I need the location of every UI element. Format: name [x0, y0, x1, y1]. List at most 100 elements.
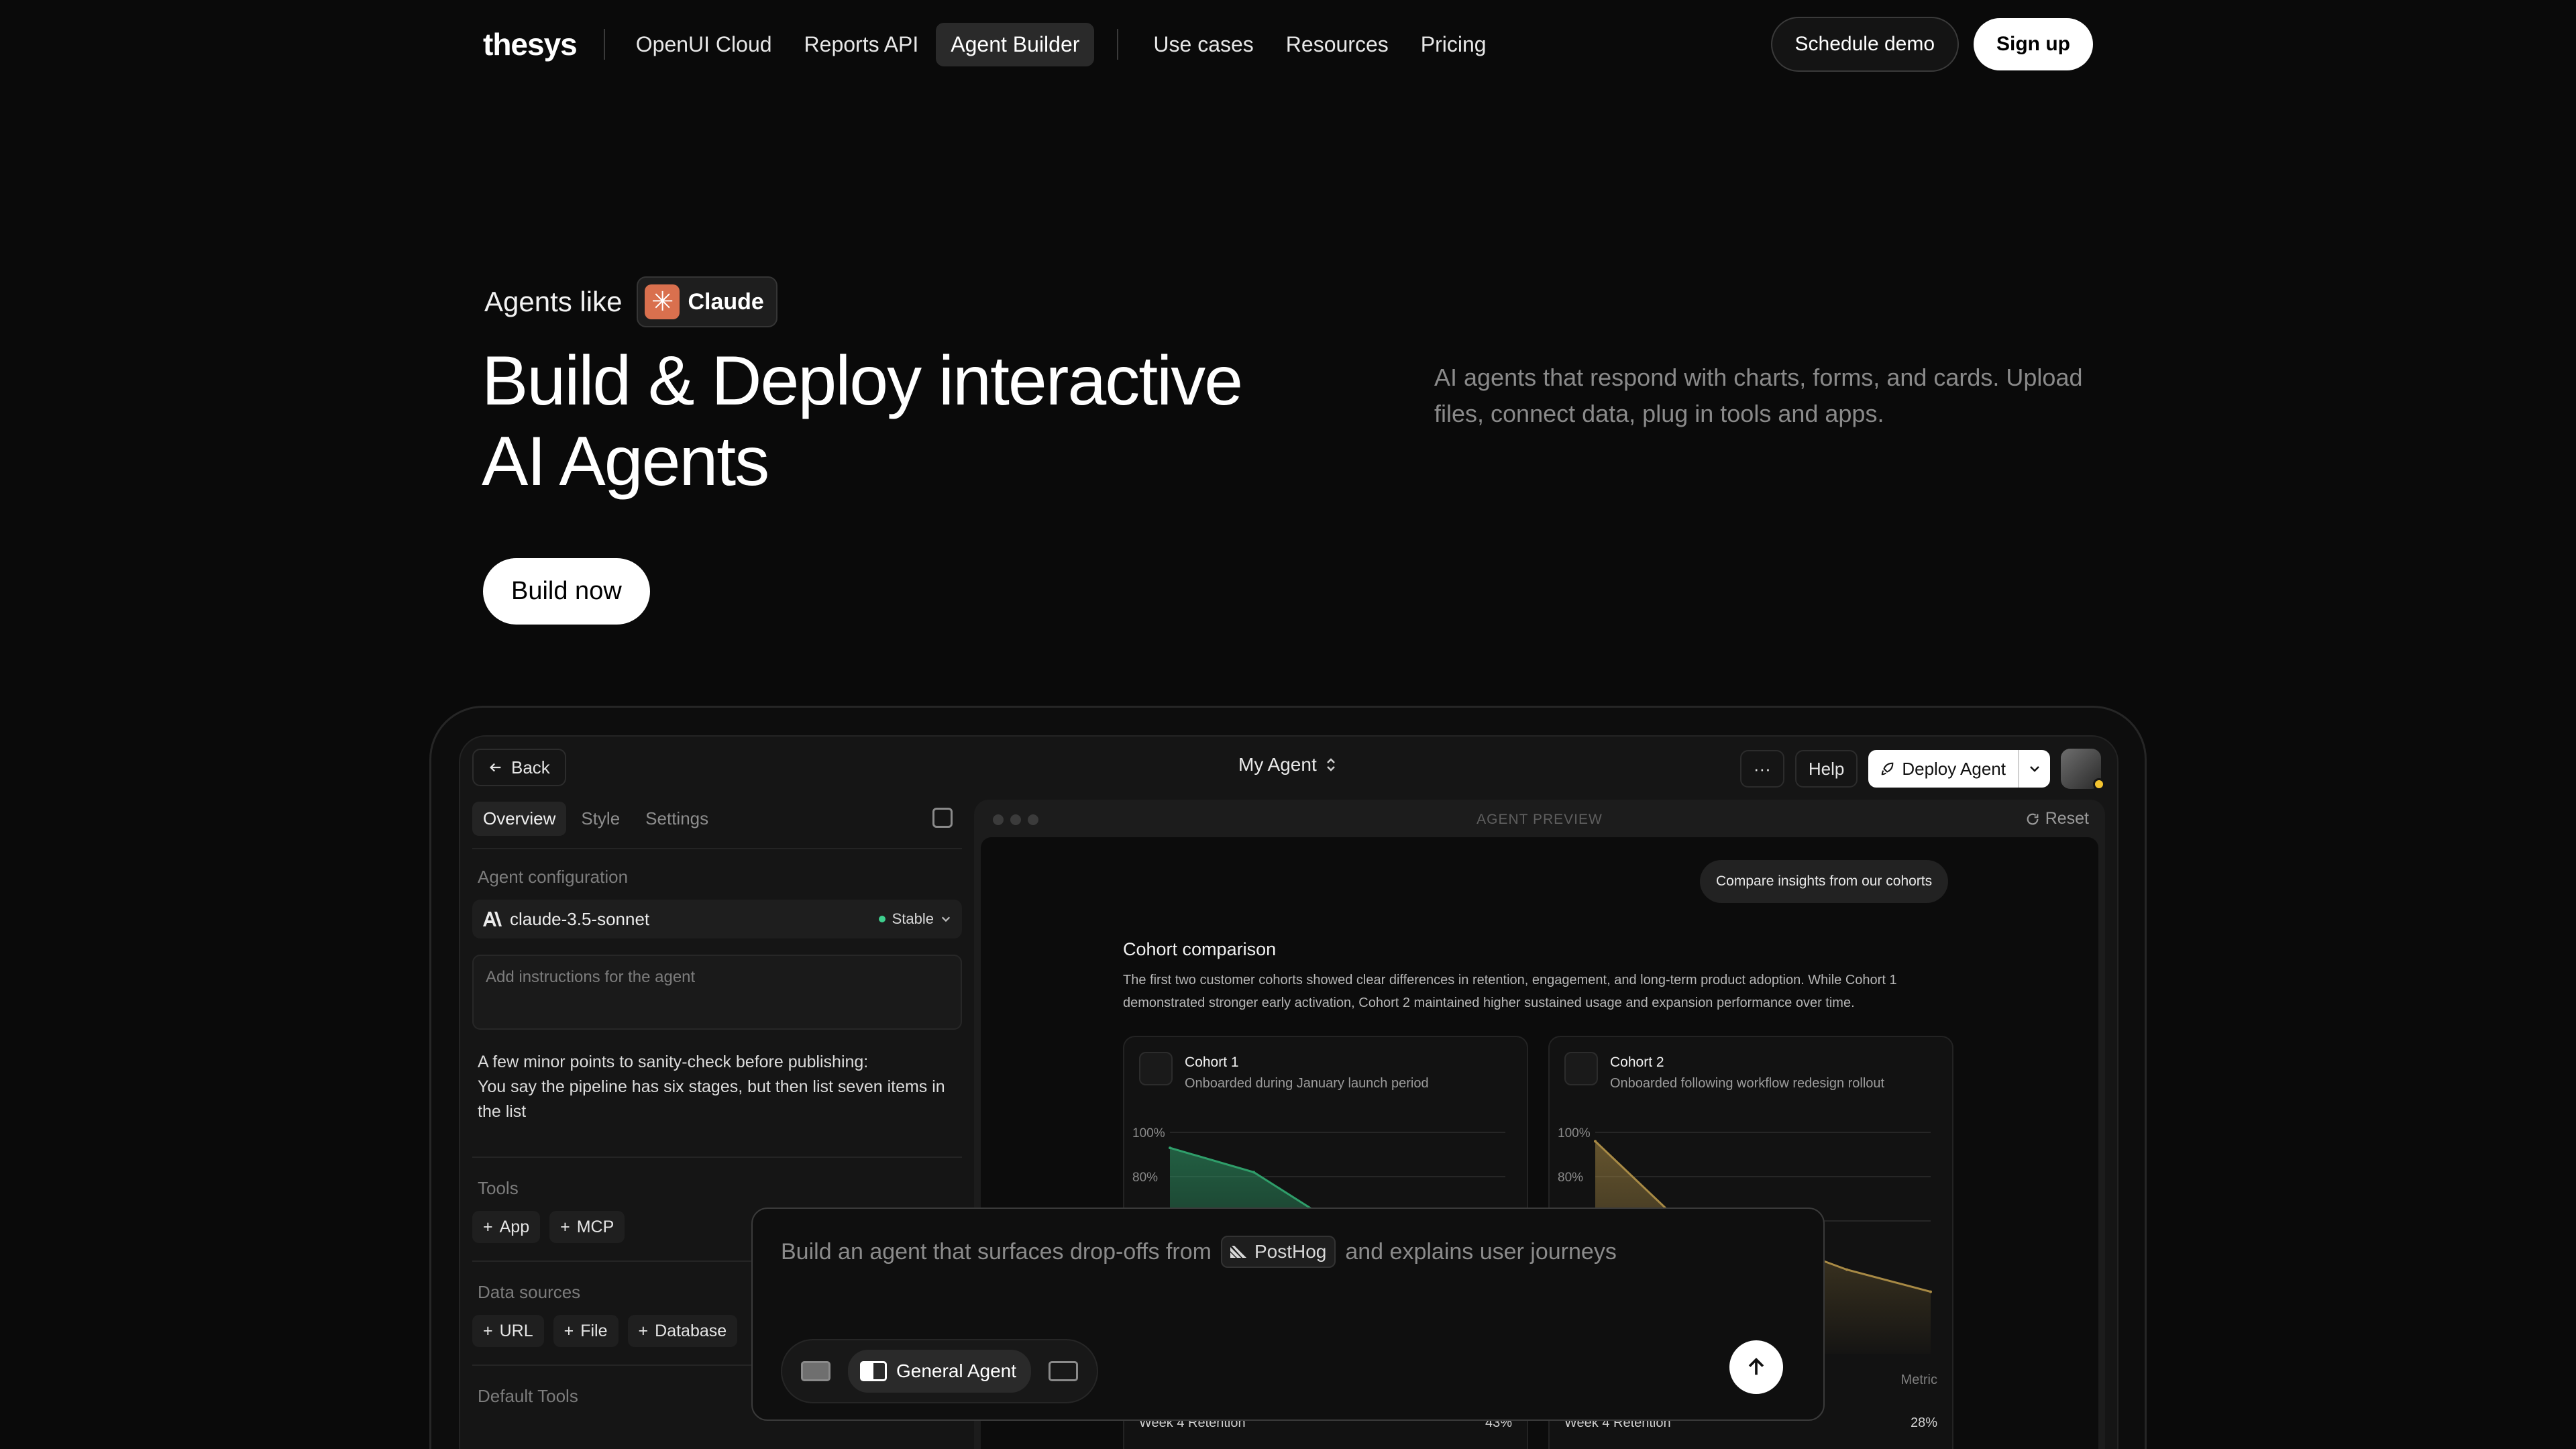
help-button[interactable]: Help	[1794, 750, 1858, 788]
add-mcp-button[interactable]: + MCP	[549, 1211, 625, 1243]
plus-icon: +	[564, 1321, 574, 1340]
plus-icon: +	[483, 1217, 493, 1236]
cohort-2-metric-header: Metric	[1900, 1373, 1937, 1387]
claude-badge: ✳ Claude	[637, 276, 777, 327]
agent-prompt-box[interactable]: Build an agent that surfaces drop-offs f…	[751, 1208, 1825, 1421]
cohort-2-metric-value: 28%	[1910, 1415, 1937, 1430]
tab-style[interactable]: Style	[570, 802, 631, 836]
add-file-button[interactable]: + File	[553, 1315, 619, 1347]
cohort-1-subtitle: Onboarded during January launch period	[1185, 1076, 1429, 1091]
data-point	[1929, 1290, 1932, 1293]
add-app-button[interactable]: + App	[472, 1211, 541, 1243]
more-options-button[interactable]: ···	[1739, 750, 1784, 788]
topbar-actions: ··· Help Deploy Agent	[1739, 749, 2105, 790]
nav-link-agent-builder[interactable]: Agent Builder	[936, 22, 1095, 66]
plus-icon: +	[638, 1321, 649, 1340]
general-agent-mode[interactable]: General Agent	[848, 1350, 1032, 1393]
posthog-chip: PostHog	[1220, 1236, 1336, 1268]
data-point	[1169, 1146, 1171, 1150]
split-view-icon	[860, 1361, 887, 1381]
divider	[472, 1157, 962, 1158]
config-tabs: Overview Style Settings	[472, 798, 962, 839]
anthropic-icon	[483, 912, 502, 926]
hero-eyebrow: Agents like ✳ Claude	[484, 276, 777, 327]
agent-name-selector[interactable]: My Agent	[1238, 754, 1337, 775]
tools-label: Tools	[478, 1178, 519, 1198]
arrow-left-icon	[490, 763, 501, 772]
arrow-up-icon	[1748, 1358, 1764, 1375]
cohort-comparison-title: Cohort comparison	[1123, 939, 1277, 959]
data-point	[1594, 1140, 1597, 1143]
data-point	[1252, 1171, 1255, 1174]
chevron-down-icon	[941, 916, 951, 922]
nav-link-use-cases[interactable]: Use cases	[1138, 23, 1268, 66]
claude-badge-label: Claude	[688, 288, 764, 315]
user-message-bubble: Compare insights from our cohorts	[1700, 860, 1949, 903]
y-tick-label: 80%	[1132, 1171, 1158, 1185]
model-selector[interactable]: claude-3.5-sonnet Stable	[472, 900, 962, 938]
thesys-logo[interactable]: thesys	[483, 26, 578, 62]
dashboard-mode-icon[interactable]	[801, 1361, 830, 1381]
agent-name-label: My Agent	[1238, 754, 1317, 775]
add-mcp-label: MCP	[576, 1217, 614, 1236]
y-tick-label: 80%	[1558, 1171, 1583, 1185]
send-button[interactable]	[1729, 1340, 1783, 1394]
tab-settings[interactable]: Settings	[635, 802, 719, 836]
plus-icon: +	[483, 1321, 493, 1340]
review-note-line1: A few minor points to sanity-check befor…	[478, 1053, 869, 1071]
cohort-icon	[1564, 1052, 1598, 1085]
preview-title: AGENT PREVIEW	[1477, 812, 1603, 827]
sign-up-button[interactable]: Sign up	[1974, 18, 2093, 70]
cohort-1-name: Cohort 1	[1185, 1055, 1239, 1070]
posthog-icon	[1230, 1246, 1246, 1258]
nav-divider	[1117, 29, 1119, 60]
eyebrow-text: Agents like	[484, 286, 623, 317]
terminal-mode-icon[interactable]	[1049, 1361, 1079, 1381]
chevron-down-icon	[2030, 766, 2039, 772]
y-tick-label: 100%	[1558, 1126, 1591, 1140]
prompt-text[interactable]: Build an agent that surfaces drop-offs f…	[781, 1236, 1617, 1268]
agent-mode-selector: General Agent	[781, 1339, 1099, 1403]
refresh-icon	[2027, 813, 2039, 824]
general-agent-label: General Agent	[896, 1360, 1017, 1381]
cohort-icon	[1139, 1052, 1173, 1085]
nav-actions: Schedule demo Sign up	[1770, 17, 2093, 72]
prompt-text-end: and explains user journeys	[1345, 1238, 1617, 1265]
chevron-updown-icon	[1326, 758, 1335, 771]
deploy-agent-main[interactable]: Deploy Agent	[1868, 759, 2018, 780]
cohort-2-name: Cohort 2	[1610, 1055, 1664, 1070]
divider	[472, 848, 962, 849]
sidebar-toggle-icon[interactable]	[932, 808, 953, 828]
hero-title-line2: AI Agents	[482, 423, 769, 500]
user-avatar[interactable]	[2061, 749, 2105, 790]
tab-overview[interactable]: Overview	[472, 801, 567, 836]
model-status: Stable	[878, 910, 951, 928]
back-button[interactable]: Back	[472, 749, 566, 786]
deploy-agent-label: Deploy Agent	[1902, 758, 2006, 779]
hero-title: Build & Deploy interactive AI Agents	[482, 341, 1354, 502]
build-now-button[interactable]: Build now	[483, 558, 650, 625]
y-tick-label: 100%	[1132, 1126, 1165, 1140]
hero-subtitle: AI agents that respond with charts, form…	[1434, 364, 2083, 427]
cohort-2-subtitle: Onboarded following workflow redesign ro…	[1610, 1076, 1885, 1091]
review-note: A few minor points to sanity-check befor…	[478, 1050, 957, 1124]
agent-config-label: Agent configuration	[478, 867, 629, 887]
add-file-label: File	[580, 1321, 608, 1340]
add-database-button[interactable]: + Database	[627, 1315, 738, 1347]
deploy-dropdown-toggle[interactable]	[2018, 750, 2050, 788]
reset-label: Reset	[2045, 809, 2089, 828]
deploy-agent-button[interactable]: Deploy Agent	[1868, 750, 2050, 788]
preview-header: AGENT PREVIEW Reset	[974, 800, 2105, 837]
back-label: Back	[511, 757, 550, 777]
nav-link-resources[interactable]: Resources	[1271, 23, 1403, 66]
add-url-button[interactable]: + URL	[472, 1315, 544, 1347]
nav-link-openui-cloud[interactable]: OpenUI Cloud	[621, 23, 787, 66]
nav-link-pricing[interactable]: Pricing	[1406, 23, 1501, 66]
schedule-demo-button[interactable]: Schedule demo	[1770, 17, 1960, 72]
reset-button[interactable]: Reset	[2025, 809, 2089, 828]
nav-link-reports-api[interactable]: Reports API	[790, 23, 934, 66]
status-dot	[2093, 778, 2105, 790]
posthog-label: PostHog	[1254, 1241, 1327, 1262]
instructions-input[interactable]: Add instructions for the agent	[472, 955, 962, 1030]
rocket-icon	[1882, 762, 1894, 775]
